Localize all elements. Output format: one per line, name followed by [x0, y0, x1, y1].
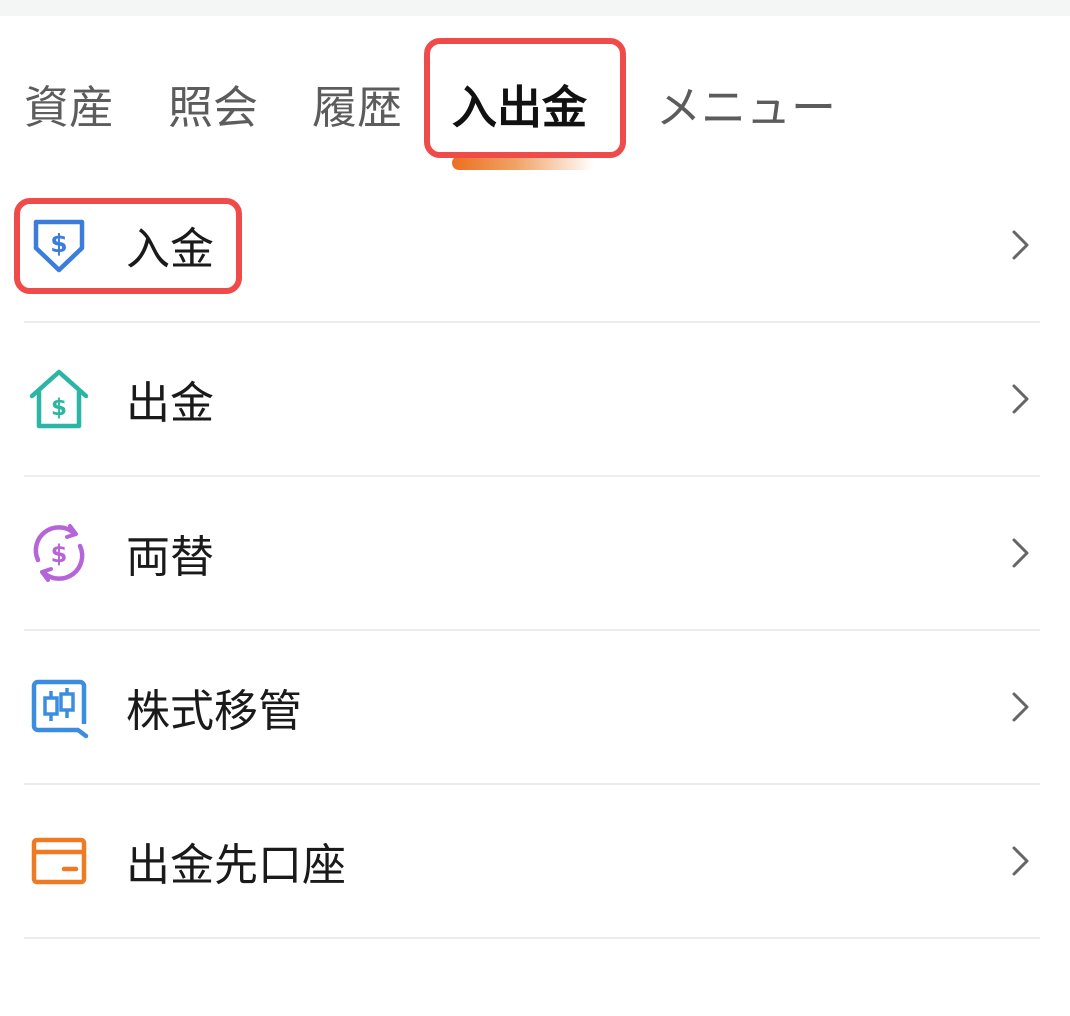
svg-text:$: $	[51, 540, 68, 568]
chevron-right-icon	[1010, 382, 1032, 416]
highlight-box-deposit	[14, 198, 242, 294]
chevron-right-icon	[1010, 690, 1032, 724]
divider	[24, 937, 1040, 939]
menu-item-label: 出金	[126, 378, 214, 429]
menu-item-exchange[interactable]: $ 両替	[0, 476, 1070, 630]
chevron-right-icon	[1010, 844, 1032, 878]
tab-history[interactable]: 履歴	[312, 78, 402, 138]
tab-assets[interactable]: 資産	[24, 78, 114, 138]
withdrawal-account-icon	[26, 828, 92, 894]
chevron-right-icon	[1010, 536, 1032, 570]
withdraw-icon: $	[26, 366, 92, 432]
svg-text:$: $	[51, 395, 67, 421]
status-strip	[0, 0, 1070, 16]
menu-item-withdraw[interactable]: $ 出金	[0, 322, 1070, 476]
highlight-box-tab	[424, 38, 626, 158]
menu-item-stock-transfer[interactable]: 株式移管	[0, 630, 1070, 784]
menu-item-label: 株式移管	[126, 686, 302, 737]
exchange-icon: $	[26, 520, 92, 586]
tab-menu[interactable]: メニュー	[656, 78, 836, 138]
menu-item-label: 出金先口座	[126, 840, 346, 891]
menu-item-label: 両替	[126, 532, 214, 583]
menu-item-withdrawal-account[interactable]: 出金先口座	[0, 784, 1070, 938]
stock-transfer-icon	[26, 674, 92, 740]
tab-inquiry[interactable]: 照会	[168, 78, 258, 138]
chevron-right-icon	[1010, 228, 1032, 262]
